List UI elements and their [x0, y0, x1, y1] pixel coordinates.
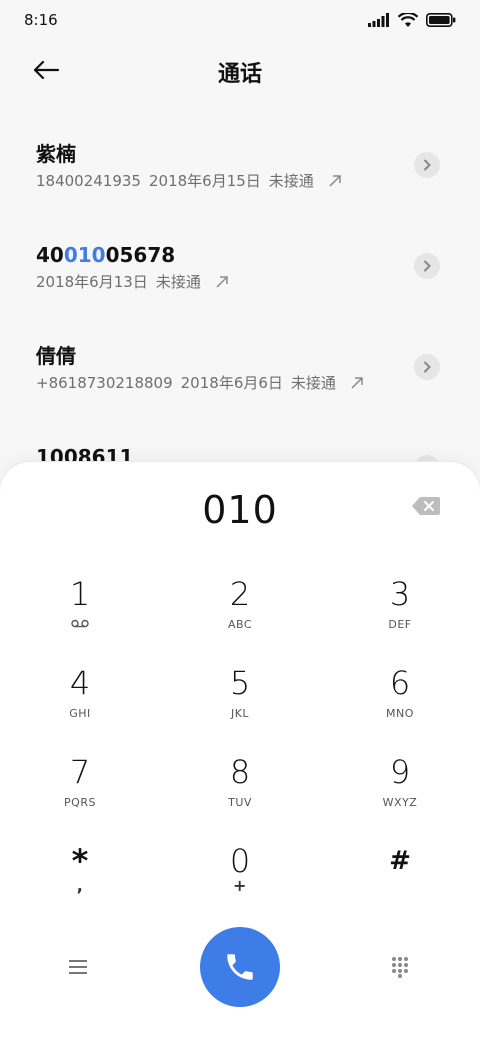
call-button[interactable] [200, 927, 280, 1007]
key-digit: * [71, 842, 89, 880]
key-4[interactable]: 4 GHI [10, 663, 150, 743]
call-status: 未接通 [268, 172, 314, 190]
menu-icon [69, 960, 87, 974]
call-item[interactable]: 4001005678 2018年6月13日 未接通 [0, 233, 480, 334]
call-number: +8618730218809 [36, 374, 173, 392]
status-icons [368, 12, 456, 28]
key-symbol: + [233, 876, 247, 895]
key-digit: 4 [69, 664, 91, 702]
signal-icon [368, 13, 389, 27]
call-name-match: 010 [63, 243, 106, 267]
header: 通话 [0, 44, 480, 96]
key-9[interactable]: 9 WXYZ [330, 752, 470, 832]
dialpad-icon [392, 957, 408, 978]
voicemail-icon [71, 619, 89, 628]
key-2[interactable]: 2 ABC [170, 574, 310, 654]
key-symbol [330, 885, 470, 899]
key-7[interactable]: 7 PQRS [10, 752, 150, 832]
call-detail-button[interactable] [414, 253, 440, 279]
menu-button[interactable] [60, 955, 96, 979]
call-status: 未接通 [290, 374, 336, 392]
key-digit: 8 [229, 753, 251, 791]
outgoing-call-icon [351, 377, 363, 389]
call-meta: 18400241935 2018年6月15日 未接通 [36, 170, 444, 192]
key-0[interactable]: 0 + [170, 841, 310, 921]
outgoing-call-icon [216, 276, 228, 288]
call-name-suffix: 05678 [105, 243, 176, 267]
call-item[interactable]: 紫楠 18400241935 2018年6月15日 未接通 [0, 132, 480, 233]
key-letters: DEF [388, 618, 412, 631]
page-title: 通话 [217, 62, 262, 87]
call-number: 18400241935 [36, 172, 141, 190]
chevron-right-icon [424, 361, 431, 373]
backspace-icon [412, 497, 440, 515]
key-letters: GHI [69, 707, 91, 720]
key-symbol: , [76, 876, 84, 895]
key-digit: 2 [229, 575, 251, 613]
key-letters: TUV [228, 796, 252, 809]
call-detail-button[interactable] [414, 152, 440, 178]
call-meta: +8618730218809 2018年6月6日 未接通 [36, 372, 444, 394]
dialer-panel: 010 1 2 ABC 3 DEF 4 GHI 5 JKL 6 MNO 7 PQ… [0, 462, 480, 1040]
call-name-prefix: 40 [36, 243, 64, 267]
call-date: 2018年6月6日 [180, 374, 283, 392]
dial-input[interactable]: 010 [0, 488, 480, 532]
call-name: 4001005678 [36, 241, 444, 269]
battery-icon [426, 13, 456, 27]
key-5[interactable]: 5 JKL [170, 663, 310, 743]
backspace-button[interactable] [412, 496, 440, 516]
call-meta: 2018年6月13日 未接通 [36, 271, 444, 293]
status-time: 8:16 [24, 11, 58, 29]
key-8[interactable]: 8 TUV [170, 752, 310, 832]
key-digit: 7 [69, 753, 91, 791]
key-digit: 5 [229, 664, 251, 702]
dialer-bottom-bar [0, 927, 480, 1007]
key-voicemail [10, 618, 150, 632]
call-item[interactable]: 倩倩 +8618730218809 2018年6月6日 未接通 [0, 334, 480, 435]
key-digit: 0 [229, 842, 251, 880]
key-letters: WXYZ [382, 796, 418, 809]
call-name: 倩倩 [36, 344, 76, 368]
key-digit: 6 [389, 664, 411, 702]
key-digit: 3 [389, 575, 411, 613]
call-name: 紫楠 [36, 142, 76, 166]
key-star[interactable]: * , [10, 841, 150, 921]
status-bar: 8:16 [0, 0, 480, 40]
call-detail-button[interactable] [414, 354, 440, 380]
key-6[interactable]: 6 MNO [330, 663, 470, 743]
call-date: 2018年6月15日 [148, 172, 261, 190]
call-status: 未接通 [155, 273, 201, 291]
key-letters: ABC [227, 618, 253, 631]
key-digit: 9 [389, 753, 411, 791]
chevron-right-icon [424, 260, 431, 272]
call-date: 2018年6月13日 [36, 273, 148, 291]
key-letters: JKL [230, 707, 250, 720]
phone-icon [227, 954, 253, 980]
wifi-icon [398, 12, 418, 27]
keypad-toggle-button[interactable] [382, 949, 418, 985]
chevron-right-icon [424, 159, 431, 171]
key-3[interactable]: 3 DEF [330, 574, 470, 654]
key-letters: PQRS [64, 796, 96, 809]
key-letters: MNO [386, 707, 414, 720]
outgoing-call-icon [329, 175, 341, 187]
key-hash[interactable]: # [330, 841, 470, 921]
key-1[interactable]: 1 [10, 574, 150, 654]
key-digit: 1 [69, 575, 91, 613]
key-digit: # [389, 846, 411, 876]
